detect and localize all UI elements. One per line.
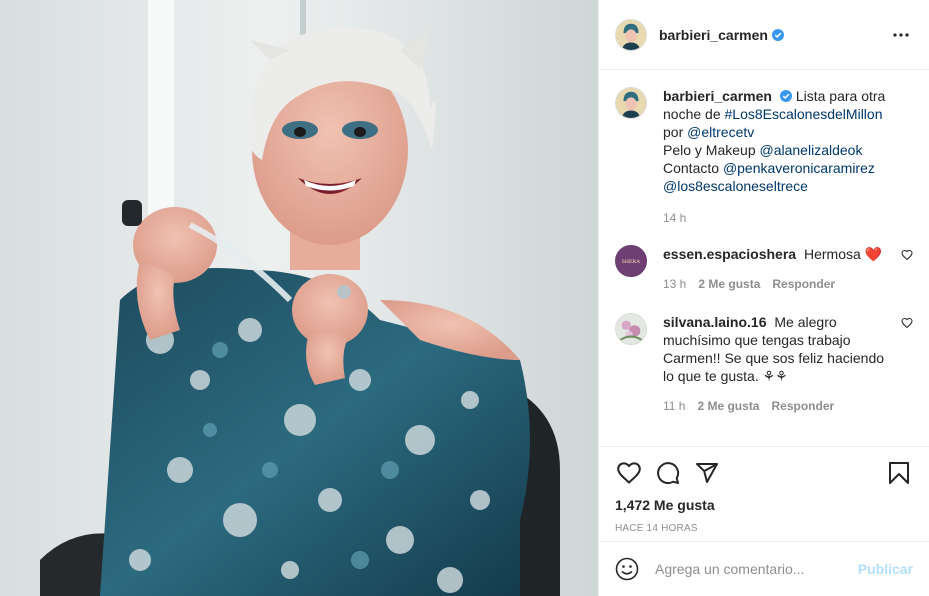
add-comment-bar: Publicar xyxy=(599,541,929,596)
commenter-username[interactable]: essen.espacioshera xyxy=(663,246,796,262)
post-header: barbieri_carmen xyxy=(599,0,929,70)
commenter-avatar-image xyxy=(616,314,646,344)
heart-icon xyxy=(617,462,641,484)
share-icon xyxy=(696,463,718,483)
comment-likes[interactable]: 2 Me gusta xyxy=(698,277,760,291)
caption-text-part: por xyxy=(663,124,688,140)
comment-text: silvana.laino.16 Me alegro muchísimo que… xyxy=(663,313,897,385)
commenter-avatar[interactable]: SHERA xyxy=(615,245,647,277)
emoji-icon[interactable] xyxy=(615,557,639,581)
author-avatar[interactable] xyxy=(615,18,647,51)
bookmark-icon xyxy=(889,462,909,484)
comment-icon xyxy=(657,462,680,485)
caption-author-avatar-image xyxy=(616,88,646,118)
caption-hashtag[interactable]: #Los8EscalonesdelMillon xyxy=(725,106,883,122)
more-options-button[interactable] xyxy=(889,23,913,47)
post-photo-illustration xyxy=(0,0,598,596)
post-timestamp[interactable]: HACE 14 HORAS xyxy=(615,523,913,534)
post-caption: barbieri_carmen Lista para otra noche de… xyxy=(615,87,913,225)
red-heart-emoji: ❤️ xyxy=(864,246,883,262)
comments-list[interactable]: barbieri_carmen Lista para otra noche de… xyxy=(599,71,929,446)
caption-time[interactable]: 14 h xyxy=(663,211,686,225)
commenter-avatar[interactable] xyxy=(615,313,647,345)
comment-time[interactable]: 13 h xyxy=(663,277,686,291)
caption-meta: 14 h xyxy=(663,211,897,225)
author-avatar-image xyxy=(616,19,646,50)
caption-mention[interactable]: @los8escaloneseltrece xyxy=(663,178,808,194)
commenter-avatar-image: SHERA xyxy=(616,246,646,276)
verified-badge-icon xyxy=(771,28,784,41)
comment-meta: 13 h 2 Me gusta Responder xyxy=(663,277,897,291)
verified-badge-icon xyxy=(779,90,792,102)
commenter-username[interactable]: silvana.laino.16 xyxy=(663,314,767,330)
share-button[interactable] xyxy=(693,459,721,487)
like-button[interactable] xyxy=(615,459,643,487)
comment-text: essen.espacioshera Hermosa ❤️ xyxy=(663,245,897,263)
post-actions: 1,472 Me gusta HACE 14 HORAS xyxy=(599,446,929,534)
like-count[interactable]: 1,472 Me gusta xyxy=(615,497,913,513)
reply-button[interactable]: Responder xyxy=(772,277,835,291)
author-username[interactable]: barbieri_carmen xyxy=(659,27,768,43)
caption-mention[interactable]: @eltrecetv xyxy=(687,124,754,140)
caption-author-username[interactable]: barbieri_carmen xyxy=(663,88,772,104)
comment-item: silvana.laino.16 Me alegro muchísimo que… xyxy=(615,313,913,413)
action-icons-bar xyxy=(615,459,913,487)
comment-meta: 11 h 2 Me gusta Responder xyxy=(663,399,897,413)
author-info: barbieri_carmen xyxy=(659,27,784,43)
comment-body: Hermosa xyxy=(803,246,865,262)
save-button[interactable] xyxy=(885,459,913,487)
comment-button[interactable] xyxy=(654,459,682,487)
caption-mention[interactable]: @alanelizaldeok xyxy=(760,142,863,158)
caption-mention[interactable]: @penkaveronicaramirez xyxy=(723,160,875,176)
post-side-panel: barbieri_carmen barbieri_carmen Lista pa… xyxy=(598,0,929,596)
publish-button[interactable]: Publicar xyxy=(858,561,913,577)
comment-input[interactable] xyxy=(655,561,858,577)
caption-text-part: Contacto xyxy=(663,160,723,176)
comment-like-heart-icon[interactable] xyxy=(901,317,913,329)
comment-likes[interactable]: 2 Me gusta xyxy=(697,399,759,413)
more-options-icon xyxy=(893,32,909,37)
comment-time[interactable]: 11 h xyxy=(663,399,685,413)
reply-button[interactable]: Responder xyxy=(771,399,834,413)
instagram-post-view: barbieri_carmen barbieri_carmen Lista pa… xyxy=(0,0,929,596)
caption-author-avatar[interactable] xyxy=(615,87,647,119)
post-photo[interactable] xyxy=(0,0,598,596)
caption-text-part: Pelo y Makeup xyxy=(663,142,760,158)
comment-item: SHERA essen.espacioshera Hermosa ❤️ 13 h… xyxy=(615,245,913,291)
comment-like-heart-icon[interactable] xyxy=(901,249,913,261)
commenter-avatar-logo-text: SHERA xyxy=(622,259,641,265)
caption-text: barbieri_carmen Lista para otra noche de… xyxy=(663,87,897,195)
